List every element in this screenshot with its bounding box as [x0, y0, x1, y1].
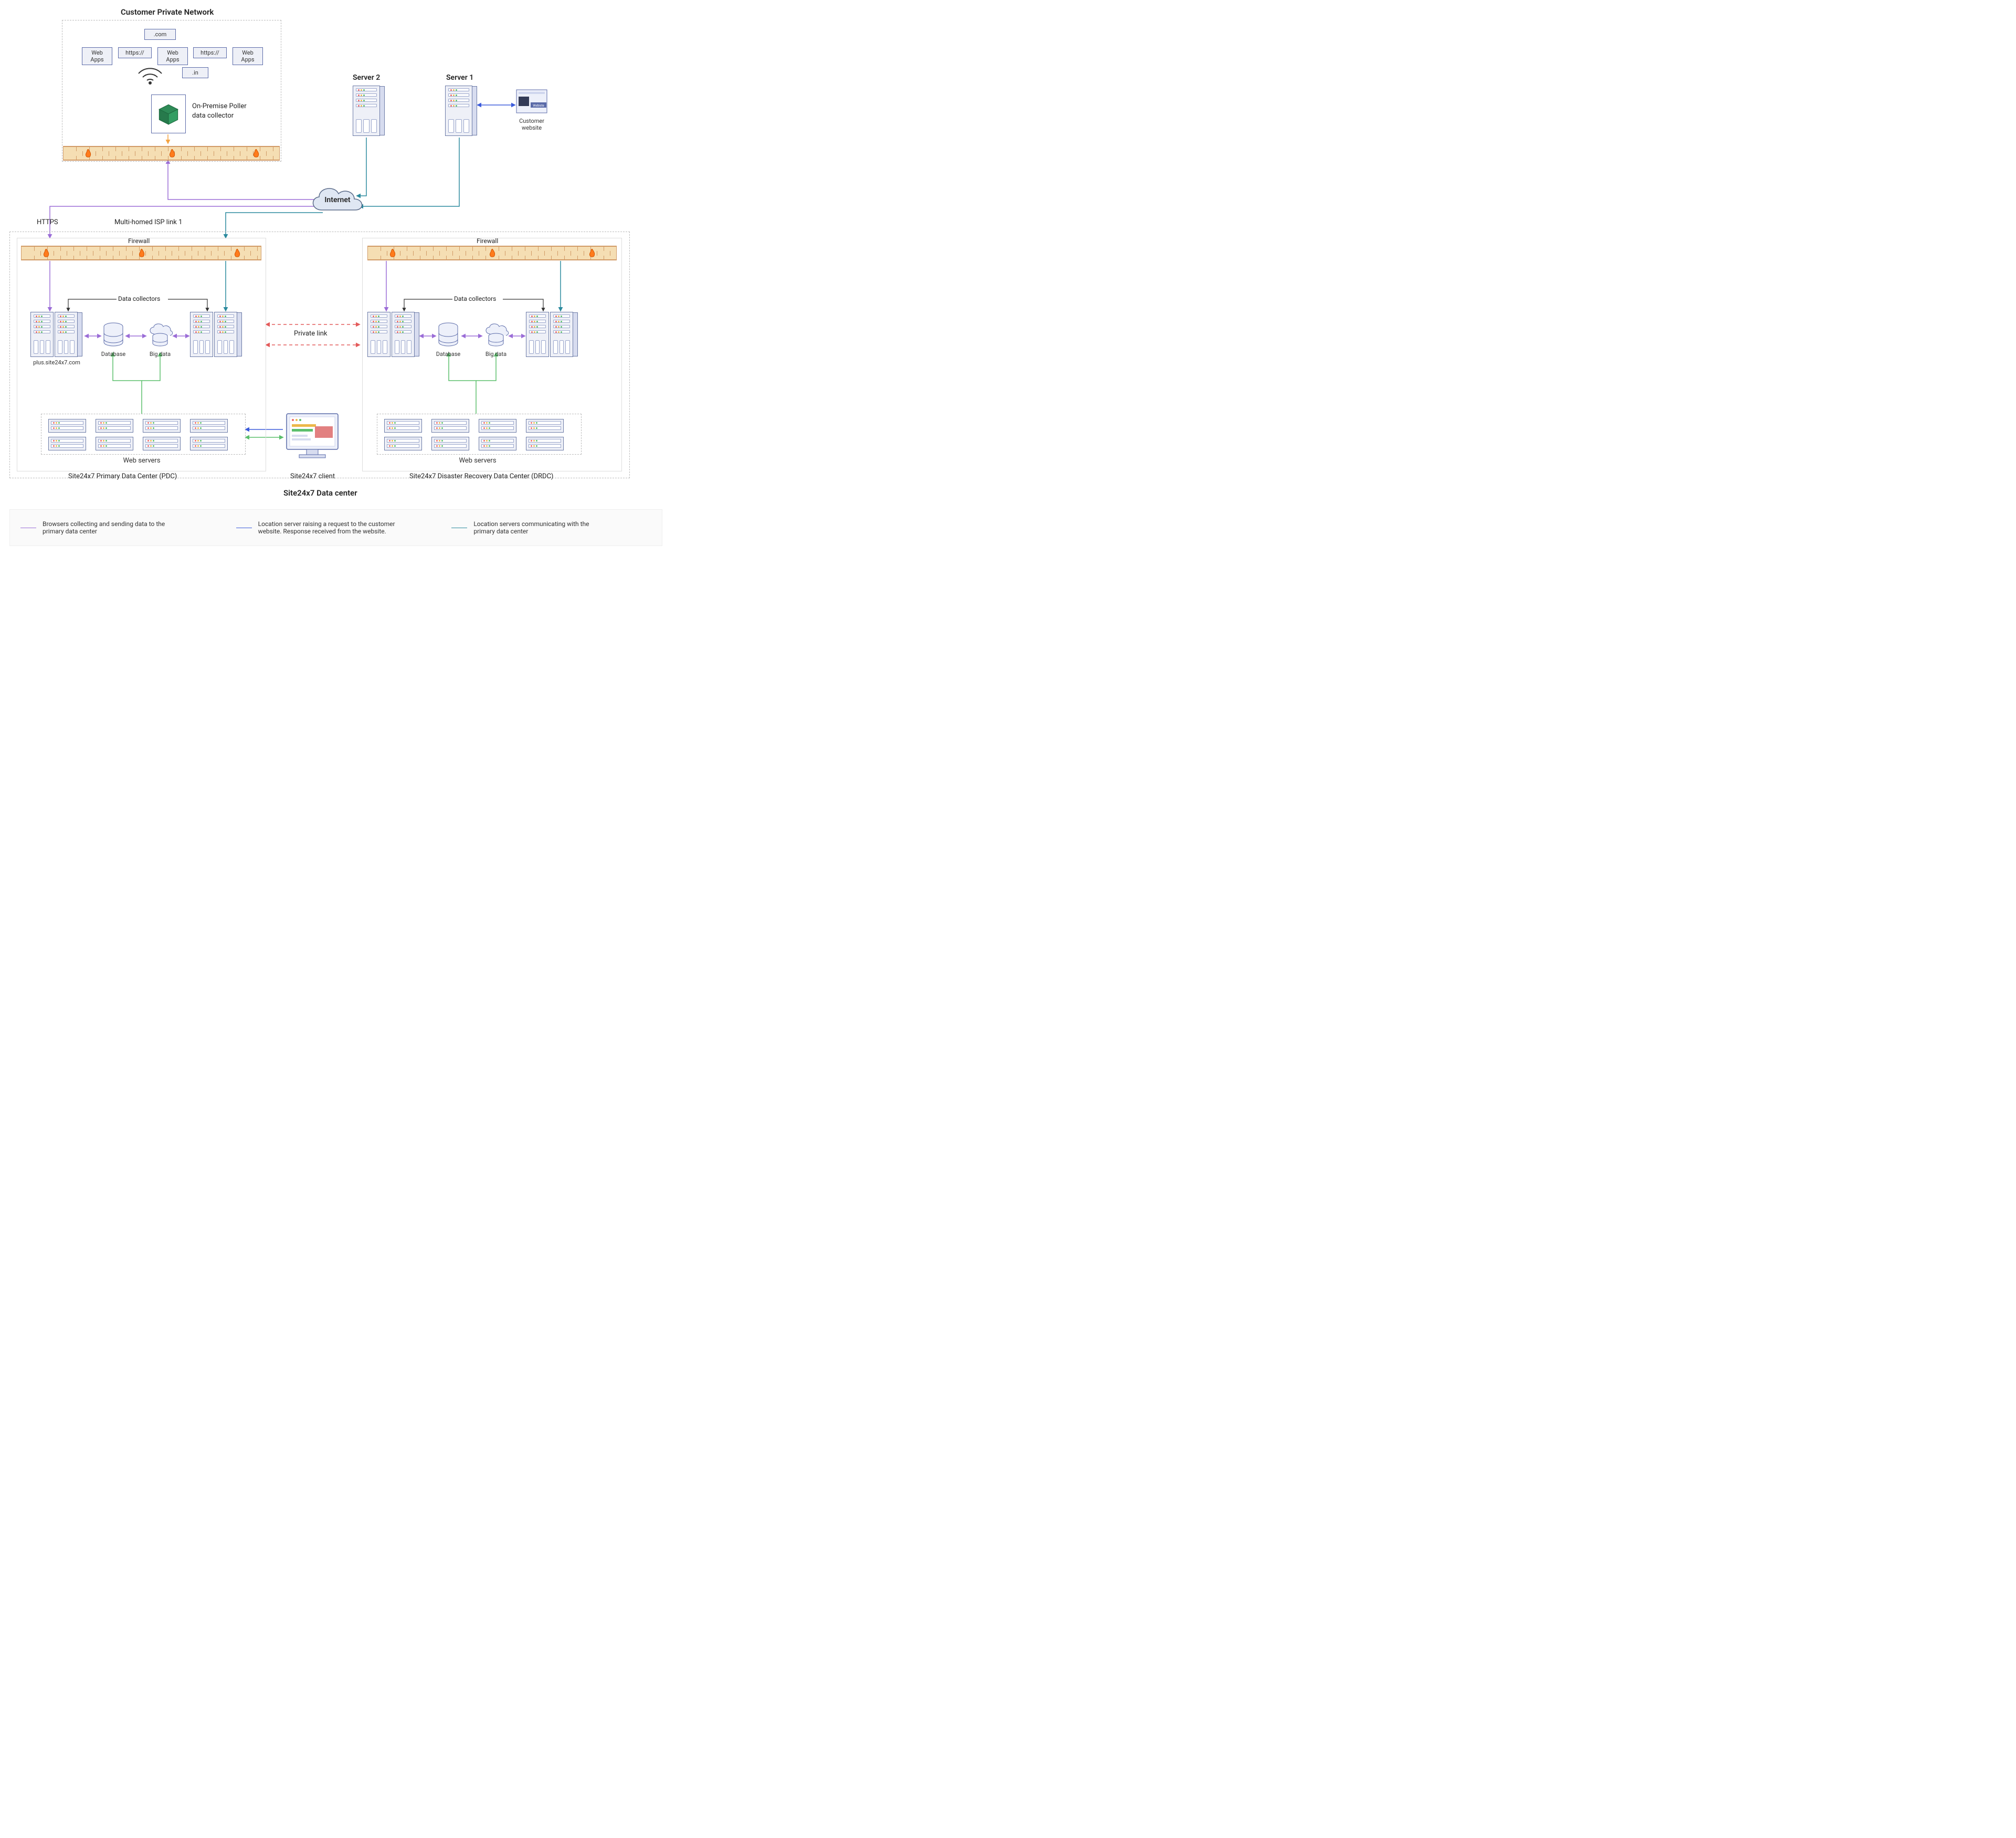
- mini-rack: [526, 437, 564, 450]
- chip-com: .com: [144, 29, 176, 40]
- chip-https-2: https://: [193, 47, 227, 58]
- mini-rack: [479, 419, 516, 433]
- server1-label: Server 1: [446, 73, 473, 82]
- mini-rack: [143, 437, 181, 450]
- cube-icon: [157, 102, 180, 125]
- legend-blue: Location server raising a request to the…: [236, 520, 436, 535]
- pdc-collector-right-b: [214, 312, 237, 357]
- https-label: HTTPS: [37, 218, 58, 226]
- drdc-firewall-label: Firewall: [477, 237, 498, 245]
- drdc-datacollectors-label: Data collectors: [454, 295, 496, 302]
- pdc-bigdata-label: Big data: [147, 351, 173, 358]
- legend-purple: Browsers collecting and sending data to …: [20, 520, 220, 535]
- internet-label: Internet: [306, 196, 369, 204]
- chip-https-1: https://: [118, 47, 152, 58]
- legend-purple-text: Browsers collecting and sending data to …: [43, 520, 179, 535]
- drdc-collector-left: [367, 312, 390, 357]
- mini-rack: [96, 437, 133, 450]
- pdc-database-label: Database: [100, 351, 127, 358]
- server1-icon: [445, 86, 472, 136]
- mini-rack: [384, 419, 422, 433]
- pdc-firewall-label: Firewall: [128, 237, 150, 245]
- drdc-title: Site24x7 Disaster Recovery Data Center (…: [409, 472, 553, 480]
- pdc-title: Site24x7 Primary Data Center (PDC): [68, 472, 177, 480]
- chip-in: .in: [182, 67, 208, 78]
- firewall-customer: [63, 146, 280, 161]
- drdc-bigdata-icon: [483, 322, 509, 350]
- drdc-database-label: Database: [435, 351, 462, 358]
- drdc-bigdata-label: Big data: [483, 351, 509, 358]
- drdc-webservers-label: Web servers: [454, 457, 501, 465]
- customer-network-box: [62, 20, 281, 162]
- pdc-webservers-label: Web servers: [118, 457, 165, 465]
- datacenter-overall-title: Site24x7 Data center: [283, 488, 357, 498]
- internet-cloud: Internet: [306, 181, 369, 218]
- drdc-database-icon: [437, 322, 460, 350]
- mini-rack: [431, 419, 469, 433]
- plus-site-label: plus.site24x7.com: [25, 359, 88, 366]
- poller-line2: data collector: [192, 112, 234, 120]
- pdc-datacollectors-label: Data collectors: [118, 295, 160, 302]
- customer-website-label: Customer website: [517, 118, 546, 131]
- poller-label: On-Premise Poller data collector: [192, 102, 247, 120]
- mini-rack: [48, 419, 86, 433]
- legend-teal: Location servers communicating with the …: [451, 520, 651, 535]
- customer-website-icon: Webiste: [516, 89, 547, 118]
- mini-rack: [431, 437, 469, 450]
- poller-line1: On-Premise Poller: [192, 102, 247, 110]
- drdc-collector-right-b: [550, 312, 573, 357]
- pdc-collector-right: [190, 312, 213, 357]
- server2-icon: [353, 86, 380, 136]
- pdc-bigdata-icon: [147, 322, 173, 350]
- legend-teal-text: Location servers communicating with the …: [473, 520, 610, 535]
- mini-rack: [190, 437, 228, 450]
- wifi-icon: [135, 64, 165, 87]
- customer-network-title: Customer Private Network: [121, 7, 214, 17]
- pdc-collector-left: [30, 312, 54, 357]
- mini-rack: [190, 419, 228, 433]
- pdc-collector-left-b: [55, 312, 78, 357]
- legend-blue-text: Location server raising a request to the…: [258, 520, 405, 535]
- architecture-diagram: Customer Private Network .com Web Apps h…: [0, 0, 672, 562]
- chip-webapps-1: Web Apps: [82, 47, 112, 65]
- chip-webapps-3: Web Apps: [233, 47, 263, 65]
- poller-box: [151, 94, 186, 133]
- drdc-collector-left-b: [392, 312, 415, 357]
- legend: Browsers collecting and sending data to …: [9, 509, 662, 546]
- mini-rack: [48, 437, 86, 450]
- mini-rack: [479, 437, 516, 450]
- multihomed-label: Multi-homed ISP link 1: [114, 218, 182, 226]
- chip-webapps-2: Web Apps: [157, 47, 188, 65]
- pdc-firewall: [21, 246, 261, 260]
- mini-rack: [143, 419, 181, 433]
- svg-text:Webiste: Webiste: [533, 104, 544, 108]
- drdc-collector-right: [526, 312, 549, 357]
- mini-rack: [96, 419, 133, 433]
- pdc-database-icon: [102, 322, 125, 350]
- server2-label: Server 2: [353, 73, 380, 82]
- mini-rack: [384, 437, 422, 450]
- client-label: Site24x7 client: [290, 472, 335, 480]
- mini-rack: [526, 419, 564, 433]
- client-icon: [283, 412, 341, 464]
- drdc-firewall: [367, 246, 617, 260]
